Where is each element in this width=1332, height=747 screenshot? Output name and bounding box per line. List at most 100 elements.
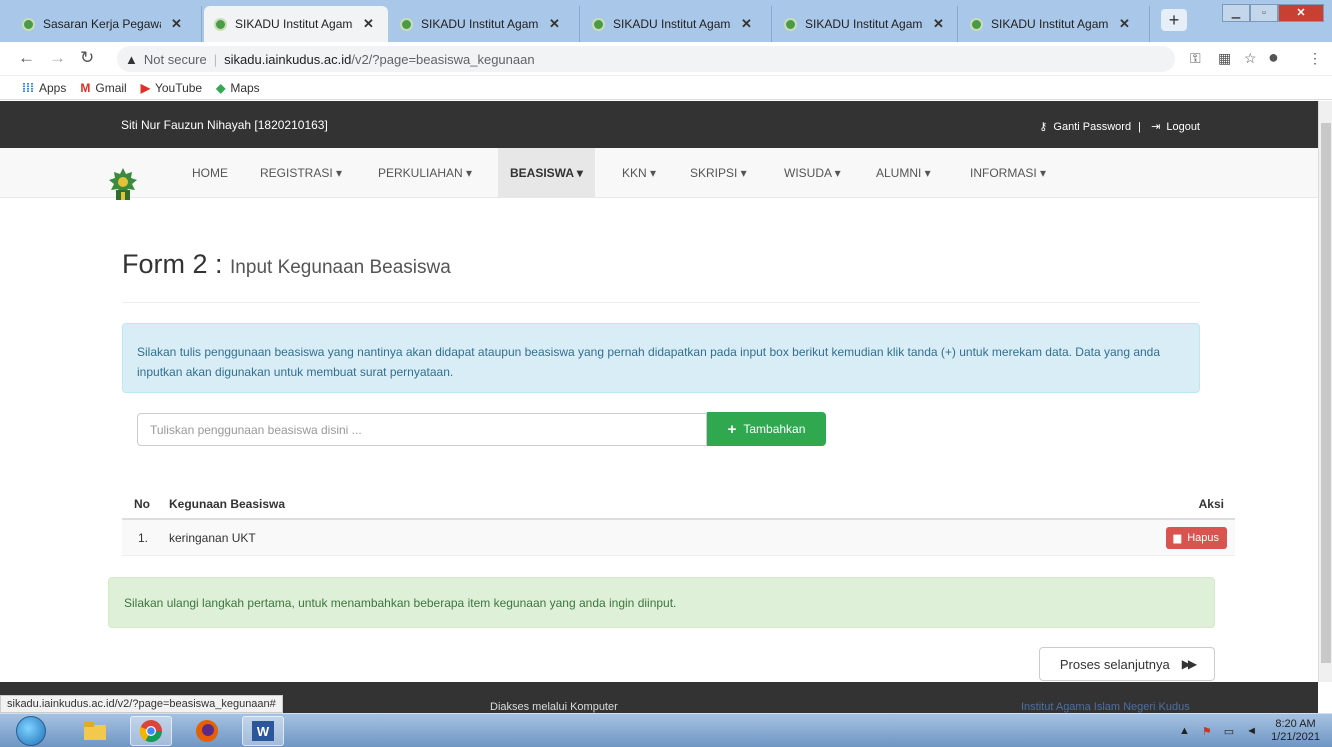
security-label: Not secure [143, 51, 207, 67]
browser-tab[interactable]: Sasaran Kerja Pegawai - ✕ [12, 6, 202, 42]
clock-date: 1/21/2021 [1271, 731, 1320, 743]
trash-icon: ▆ [1173, 532, 1182, 544]
new-tab-button[interactable]: + [1161, 9, 1187, 31]
site-favicon-icon [592, 17, 605, 31]
key-icon[interactable]: ⚿ [1190, 50, 1201, 67]
divider: | [213, 51, 218, 67]
site-favicon-icon [214, 17, 227, 31]
delete-button[interactable]: ▆ Hapus [1165, 527, 1227, 549]
account-links: ⚷ Ganti Password | ⇥ Logout [1036, 120, 1200, 133]
volume-icon[interactable]: ◄ [1246, 725, 1257, 737]
nav-beasiswa[interactable]: BEASISWA ▾ [498, 148, 595, 198]
footer-institution: Institut Agama Islam Negeri Kudus [1021, 701, 1190, 713]
table-row: 1. keringanan UKT ▆ Hapus [122, 520, 1235, 556]
web-page: Siti Nur Fauzun Nihayah [1820210163] ⚷ G… [0, 101, 1318, 682]
close-tab-icon[interactable]: ✕ [549, 16, 560, 32]
nav-registrasi[interactable]: REGISTRASI ▾ [248, 148, 354, 198]
page-title: Form 2 : Input Kegunaan Beasiswa [122, 249, 451, 280]
logout-icon: ⇥ [1151, 121, 1161, 133]
bookmark-gmail[interactable]: M Gmail [80, 81, 126, 95]
scrollbar-thumb[interactable] [1321, 123, 1331, 663]
next-step-label: Proses selanjutnya [1059, 656, 1170, 672]
add-button-label: Tambahkan [743, 422, 806, 436]
network-icon[interactable]: ▭ [1224, 725, 1234, 738]
browser-tab[interactable]: SIKADU Institut Agama I ✕ [774, 6, 958, 42]
translate-icon[interactable]: ▦ [1218, 50, 1231, 67]
site-favicon-icon [22, 17, 35, 31]
clock[interactable]: 8:20 AM 1/21/2021 [1271, 718, 1320, 744]
nav-home[interactable]: HOME [180, 148, 240, 198]
close-tab-icon[interactable]: ✕ [1119, 16, 1130, 32]
row-usage: keringanan UKT [169, 531, 256, 545]
tray-expand-icon[interactable]: ▲ [1179, 725, 1190, 737]
browser-tab[interactable]: SIKADU Institut Agama I ✕ [390, 6, 580, 42]
nav-skripsi[interactable]: SKRIPSI ▾ [678, 148, 759, 198]
tab-title: Sasaran Kerja Pegawai - [43, 17, 161, 31]
column-usage: Kegunaan Beasiswa [169, 497, 286, 511]
user-top-bar: Siti Nur Fauzun Nihayah [1820210163] ⚷ G… [0, 101, 1318, 148]
form-number: Form 2 : [122, 249, 223, 279]
maximize-icon[interactable]: ▫ [1250, 4, 1278, 22]
nav-wisuda[interactable]: WISUDA ▾ [772, 148, 853, 198]
key-icon: ⚷ [1039, 121, 1048, 133]
address-bar[interactable]: ▲ Not secure | sikadu.iainkudus.ac.id /v… [117, 46, 1175, 72]
action-center-icon[interactable]: ⚑ [1202, 725, 1212, 738]
bookmark-youtube[interactable]: ▶ YouTube [141, 81, 202, 95]
back-arrow-icon[interactable]: ← [18, 48, 35, 68]
browser-tab-bar: Sasaran Kerja Pegawai - ✕ SIKADU Institu… [0, 0, 1332, 42]
nav-perkuliahan[interactable]: PERKULIAHAN ▾ [366, 148, 484, 198]
change-password-link[interactable]: Ganti Password [1053, 121, 1131, 133]
tab-title: SIKADU Institut Agama I [991, 17, 1109, 31]
bookmark-label: Maps [230, 80, 260, 95]
close-tab-icon[interactable]: ✕ [363, 16, 374, 32]
browser-tab-active[interactable]: SIKADU Institut Agama I ✕ [204, 6, 388, 42]
browser-tab[interactable]: SIKADU Institut Agama I ✕ [582, 6, 772, 42]
reload-icon[interactable]: ↻ [80, 48, 94, 68]
next-step-button[interactable]: Proses selanjutnya ▶▶ [1039, 647, 1215, 681]
close-tab-icon[interactable]: ✕ [171, 16, 182, 32]
youtube-icon: ▶ [140, 80, 150, 95]
site-favicon-icon [400, 17, 413, 31]
column-action: Aksi [1198, 497, 1224, 511]
tab-title: SIKADU Institut Agama I [235, 17, 353, 31]
usage-input[interactable] [137, 413, 707, 446]
logout-link[interactable]: Logout [1166, 121, 1200, 133]
start-button[interactable] [16, 716, 46, 746]
divider: | [1138, 121, 1141, 133]
page-scrollbar[interactable] [1318, 101, 1332, 682]
url-host: sikadu.iainkudus.ac.id [224, 51, 352, 67]
bookmark-apps[interactable]: ⁞⁞⁞ Apps [22, 81, 66, 95]
maps-icon: ◆ [216, 80, 226, 95]
menu-dots-icon[interactable]: ⋮ [1308, 50, 1322, 67]
add-usage-button[interactable]: + Tambahkan [707, 412, 826, 446]
minimize-icon[interactable]: ▁ [1222, 4, 1250, 22]
warning-triangle-icon: ▲ [125, 51, 138, 67]
footer-access-text: Diakses melalui Komputer [490, 701, 618, 713]
url-path: /v2/?page=beasiswa_kegunaan [351, 51, 535, 67]
tab-title: SIKADU Institut Agama I [421, 17, 539, 31]
close-window-icon[interactable]: ✕ [1278, 4, 1324, 22]
star-icon[interactable]: ☆ [1244, 50, 1257, 67]
info-alert: Silakan tulis penggunaan beasiswa yang n… [122, 323, 1200, 393]
form-subtitle: Input Kegunaan Beasiswa [230, 257, 451, 278]
usage-table: No Kegunaan Beasiswa Aksi 1. keringanan … [122, 488, 1235, 556]
chrome-icon[interactable] [130, 716, 172, 746]
delete-label: Hapus [1187, 532, 1219, 544]
bookmark-maps[interactable]: ◆ Maps [216, 81, 260, 95]
nav-informasi[interactable]: INFORMASI ▾ [958, 148, 1058, 198]
file-explorer-icon[interactable] [74, 716, 116, 746]
close-tab-icon[interactable]: ✕ [933, 16, 944, 32]
word-icon[interactable]: W [242, 716, 284, 746]
nav-kkn[interactable]: KKN ▾ [610, 148, 668, 198]
tab-title: SIKADU Institut Agama I [805, 17, 923, 31]
fast-forward-icon: ▶▶ [1181, 657, 1198, 671]
close-tab-icon[interactable]: ✕ [741, 16, 752, 32]
user-name: Siti Nur Fauzun Nihayah [1820210163] [121, 118, 328, 132]
gmail-icon: M [80, 80, 91, 95]
address-row: ← → ↻ ▲ Not secure | sikadu.iainkudus.ac… [0, 42, 1332, 76]
browser-tab[interactable]: SIKADU Institut Agama I ✕ [960, 6, 1150, 42]
firefox-icon[interactable] [186, 716, 228, 746]
nav-alumni[interactable]: ALUMNI ▾ [864, 148, 943, 198]
forward-arrow-icon[interactable]: → [49, 48, 66, 68]
profile-avatar-icon[interactable]: ● [1268, 47, 1279, 68]
